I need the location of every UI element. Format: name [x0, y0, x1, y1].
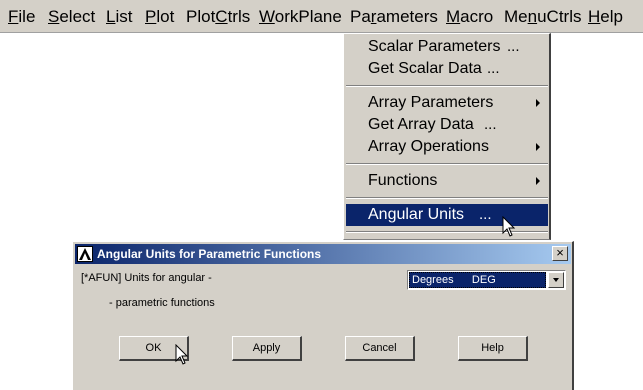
help-button[interactable]: Help	[458, 336, 528, 361]
close-button[interactable]: ×	[552, 246, 568, 261]
angular-units-dialog: Angular Units for Parametric Functions ×…	[72, 241, 574, 390]
menu-bar: File Select List Plot PlotCtrls WorkPlan…	[0, 0, 643, 33]
mouse-cursor-icon	[175, 344, 189, 365]
menu-list[interactable]: List	[106, 7, 132, 27]
close-icon: ×	[556, 245, 564, 260]
chevron-down-icon[interactable]	[548, 272, 564, 288]
ansys-logo-icon	[77, 246, 93, 262]
menu-select[interactable]: Select	[48, 7, 95, 27]
dialog-title: Angular Units for Parametric Functions	[97, 247, 322, 261]
menu-separator	[346, 231, 548, 233]
dialog-titlebar[interactable]: Angular Units for Parametric Functions ×	[75, 244, 571, 264]
menu-workplane[interactable]: WorkPlane	[259, 7, 342, 27]
mouse-cursor-icon	[502, 216, 516, 237]
menu-select-rest: elect	[59, 7, 96, 26]
submenu-arrow-icon	[536, 143, 540, 151]
menu-list-rest: ist	[115, 7, 133, 26]
menu-file[interactable]: File	[8, 7, 35, 27]
menu-item-get-array-data[interactable]: Get Array Data ...	[346, 114, 548, 136]
menu-separator	[346, 85, 548, 87]
submenu-arrow-icon	[536, 99, 540, 107]
cancel-button[interactable]: Cancel	[345, 336, 415, 361]
menu-plotctrls[interactable]: PlotCtrls	[186, 7, 250, 27]
menu-separator	[346, 163, 548, 165]
menu-file-rest: ile	[18, 7, 36, 26]
menu-item-get-scalar-data[interactable]: Get Scalar Data ...	[346, 58, 548, 80]
menu-item-functions[interactable]: Functions	[346, 170, 548, 192]
menu-plot-rest: lot	[156, 7, 175, 26]
afun-prompt-sublabel: - parametric functions	[109, 297, 215, 309]
submenu-arrow-icon	[536, 177, 540, 185]
menu-help[interactable]: Help	[588, 7, 623, 27]
afun-prompt-label: [*AFUN] Units for angular -	[81, 272, 212, 284]
menu-menuctrls[interactable]: MenuCtrls	[504, 7, 582, 27]
apply-button[interactable]: Apply	[232, 336, 302, 361]
menu-item-angular-units[interactable]: Angular Units ...	[346, 204, 548, 226]
menu-plot[interactable]: Plot	[145, 7, 174, 27]
menu-separator	[346, 197, 548, 199]
angular-units-value: Degrees DEG	[409, 272, 546, 288]
angular-units-select[interactable]: Degrees DEG	[407, 270, 566, 290]
menu-item-array-operations[interactable]: Array Operations	[346, 136, 548, 158]
menu-item-scalar-parameters[interactable]: Scalar Parameters ...	[346, 36, 548, 58]
parameters-dropdown: Scalar Parameters ... Get Scalar Data ..…	[343, 33, 551, 240]
menu-parameters[interactable]: Parameters	[350, 7, 438, 27]
menu-macro[interactable]: Macro	[446, 7, 493, 27]
menu-item-array-parameters[interactable]: Array Parameters	[346, 92, 548, 114]
